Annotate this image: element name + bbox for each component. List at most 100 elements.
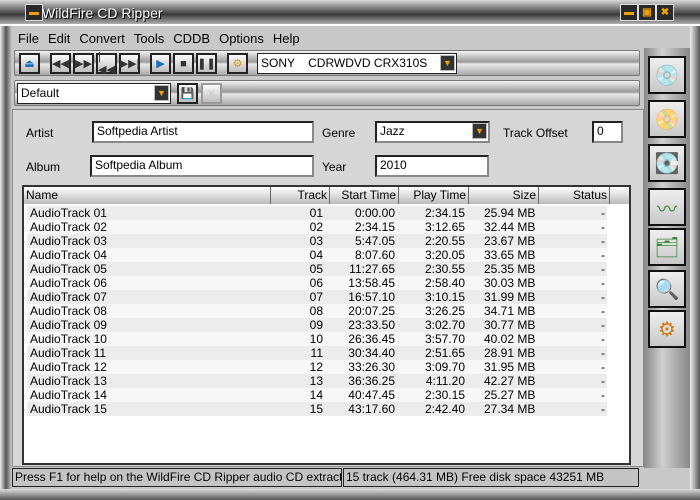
cddb-lookup-icon[interactable]: 🔍 — [648, 270, 686, 308]
year-label: Year — [322, 160, 347, 174]
fast-forward-button[interactable]: ▶▶ — [73, 53, 94, 74]
cd-settings-icon[interactable]: ⚙ — [227, 53, 248, 74]
drive-value: SONY CDRWDVD CRX310S — [261, 56, 428, 70]
play-button[interactable]: ▶ — [150, 53, 171, 74]
table-row[interactable]: AudioTrack 10 10 26:36.45 3:57.70 40.02 MB - — [27, 332, 607, 346]
chevron-down-icon[interactable]: ▼ — [154, 85, 169, 101]
track-name: AudioTrack 12 — [30, 360, 107, 374]
settings-gear-icon[interactable]: ⚙ — [648, 310, 686, 348]
column-track[interactable]: Track — [271, 187, 330, 204]
next-track-button[interactable]: ▶▶| — [119, 53, 140, 74]
track-number: 03 — [309, 234, 323, 248]
track-name: AudioTrack 05 — [30, 262, 107, 276]
save-preset-button[interactable]: 💾 — [177, 83, 198, 104]
table-row[interactable]: AudioTrack 07 07 16:57.10 3:10.15 31.99 MB - — [27, 290, 607, 304]
track-play-time: 3:20.05 — [424, 248, 465, 262]
track-name: AudioTrack 02 — [30, 220, 107, 234]
preset-value: Default — [21, 86, 60, 100]
status-disk-info: 15 track (464.31 MB) Free disk space 432… — [343, 468, 639, 487]
table-row[interactable]: AudioTrack 04 04 8:07.60 3:20.05 33.65 MB - — [27, 248, 607, 262]
table-row[interactable]: AudioTrack 13 13 36:36.25 4:11.20 42.27 MB - — [27, 374, 607, 388]
eject-button[interactable]: ⏏ — [19, 53, 40, 74]
genre-select[interactable]: Jazz ▼ — [375, 121, 490, 143]
track-name: AudioTrack 04 — [30, 248, 107, 262]
table-row[interactable]: AudioTrack 08 08 20:07.25 3:26.25 34.71 MB - — [27, 304, 607, 318]
table-row[interactable]: AudioTrack 05 05 11:27.65 2:30.55 25.35 MB - — [27, 262, 607, 276]
table-row[interactable]: AudioTrack 09 09 23:33.50 3:02.70 30.77 MB - — [27, 318, 607, 332]
column-size[interactable]: Size — [469, 187, 539, 204]
table-row[interactable]: AudioTrack 11 11 30:34.40 2:51.65 28.91 MB - — [27, 346, 607, 360]
track-status: - — [601, 206, 605, 220]
menu-file[interactable]: File — [12, 28, 42, 48]
track-number: 09 — [309, 318, 323, 332]
track-start-time: 2:34.15 — [354, 220, 395, 234]
menu-help[interactable]: Help — [267, 28, 303, 48]
year-input[interactable]: 2010 — [375, 155, 489, 177]
table-row[interactable]: AudioTrack 03 03 5:47.05 2:20.55 23.67 MB - — [27, 234, 607, 248]
table-row[interactable]: AudioTrack 12 12 33:26.30 3:09.70 31.95 MB - — [27, 360, 607, 374]
track-number: 02 — [309, 220, 323, 234]
close-button[interactable]: ✖ — [656, 4, 674, 21]
track-play-time: 2:34.15 — [424, 206, 465, 220]
rip-to-folder-icon[interactable]: 📀 — [648, 100, 686, 138]
track-play-time: 2:51.65 — [424, 346, 465, 360]
track-start-time: 36:36.25 — [348, 374, 395, 388]
delete-preset-button[interactable]: ✕ — [201, 83, 222, 104]
artist-input[interactable]: Softpedia Artist — [92, 121, 314, 143]
artist-label: Artist — [26, 126, 54, 140]
preset-bar: Default ▼ 💾 ✕ — [14, 80, 640, 106]
track-status: - — [601, 388, 605, 402]
column-start-time[interactable]: Start Time — [330, 187, 399, 204]
chevron-down-icon[interactable]: ▼ — [472, 123, 487, 139]
menu-convert[interactable]: Convert — [73, 28, 128, 48]
track-list[interactable]: Name Track Start Time Play Time Size Sta… — [22, 185, 631, 465]
window-title: WildFire CD Ripper — [42, 5, 163, 21]
preset-select[interactable]: Default ▼ — [17, 83, 171, 104]
menu-bar: File Edit Convert Tools CDDB Options Hel… — [12, 28, 642, 48]
chevron-down-icon[interactable]: ▼ — [440, 55, 455, 71]
track-status: - — [601, 332, 605, 346]
track-start-time: 33:26.30 — [348, 360, 395, 374]
track-number: 15 — [309, 402, 323, 416]
drive-select[interactable]: SONY CDRWDVD CRX310S ▼ — [257, 53, 457, 74]
table-row[interactable]: AudioTrack 01 01 0:00.00 2:34.15 25.94 MB - — [27, 206, 607, 220]
genre-value: Jazz — [380, 124, 405, 138]
maximize-button[interactable]: ▣ — [638, 4, 656, 21]
player-toolbar: ⏏ ◀◀ ▶▶ |◀◀ ▶▶| ▶ ■ ❚❚ ⚙ SONY CDRWDVD CR… — [14, 50, 640, 76]
stop-button[interactable]: ■ — [173, 53, 194, 74]
table-row[interactable]: AudioTrack 14 14 40:47.45 2:30.15 25.27 MB - — [27, 388, 607, 402]
menu-edit[interactable]: Edit — [42, 28, 73, 48]
track-offset-input[interactable]: 0 — [592, 121, 623, 143]
table-row[interactable]: AudioTrack 15 15 43:17.60 2:42.40 27.34 MB - — [27, 402, 607, 416]
track-list-header: Name Track Start Time Play Time Size Sta… — [24, 187, 629, 204]
minimize-button[interactable]: ▬ — [620, 4, 638, 21]
batch-convert-icon[interactable]: 🗂 — [648, 228, 686, 266]
track-start-time: 13:58.45 — [348, 276, 395, 290]
table-row[interactable]: AudioTrack 06 06 13:58.45 2:58.40 30.03 MB - — [27, 276, 607, 290]
track-name: AudioTrack 14 — [30, 388, 107, 402]
track-status: - — [601, 220, 605, 234]
column-status[interactable]: Status — [539, 187, 610, 204]
window-border-right — [690, 26, 700, 500]
track-start-time: 23:33.50 — [348, 318, 395, 332]
track-number: 07 — [309, 290, 323, 304]
convert-audio-icon[interactable]: 〰 — [648, 188, 686, 226]
track-number: 05 — [309, 262, 323, 276]
track-number: 08 — [309, 304, 323, 318]
pause-button[interactable]: ❚❚ — [196, 53, 217, 74]
track-play-time: 2:20.55 — [424, 234, 465, 248]
copy-cd-icon[interactable]: 💽 — [648, 144, 686, 182]
menu-cddb[interactable]: CDDB — [167, 28, 213, 48]
previous-track-button[interactable]: |◀◀ — [96, 51, 117, 76]
table-row[interactable]: AudioTrack 02 02 2:34.15 3:12.65 32.44 MB - — [27, 220, 607, 234]
track-number: 14 — [309, 388, 323, 402]
rewind-button[interactable]: ◀◀ — [50, 53, 71, 74]
column-play-time[interactable]: Play Time — [399, 187, 469, 204]
album-input[interactable]: Softpedia Album — [90, 155, 314, 177]
menu-options[interactable]: Options — [213, 28, 267, 48]
track-number: 10 — [309, 332, 323, 346]
system-menu-icon[interactable]: ▬ — [25, 4, 43, 21]
rip-to-wave-icon[interactable]: 💿 — [648, 56, 686, 94]
menu-tools[interactable]: Tools — [128, 28, 167, 48]
column-name[interactable]: Name — [24, 187, 271, 204]
